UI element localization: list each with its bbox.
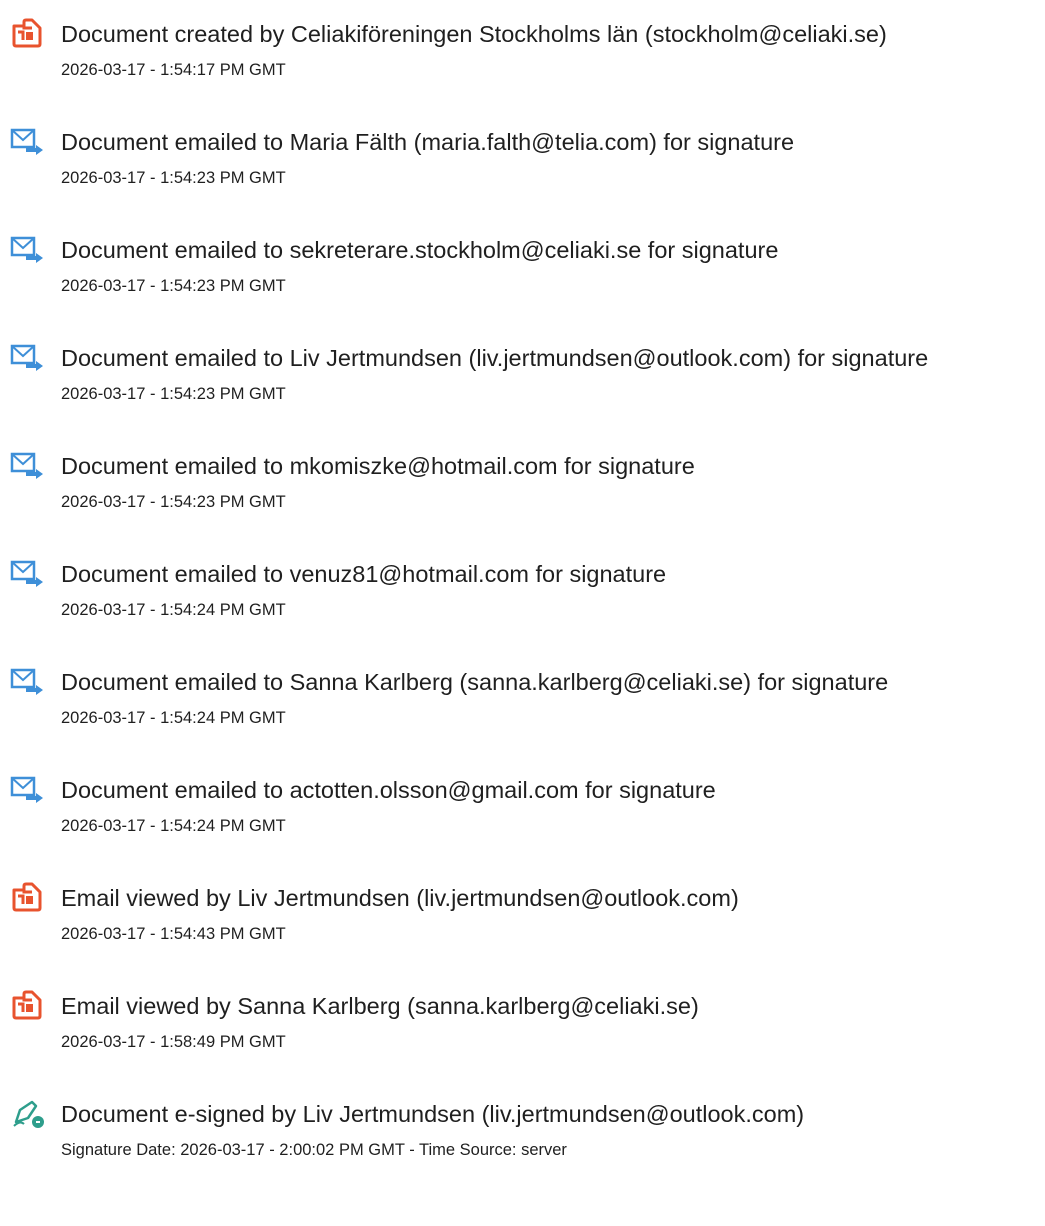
event-timestamp: 2026-03-17 - 1:54:23 PM GMT bbox=[61, 385, 286, 403]
event-timestamp: 2026-03-17 - 1:54:43 PM GMT bbox=[61, 925, 286, 943]
audit-log: Document created by Celiakiföreningen St… bbox=[0, 0, 1045, 1226]
event-title: Document emailed to sekreterare.stockhol… bbox=[61, 237, 779, 263]
email-viewed-icon bbox=[10, 882, 50, 914]
event-title: Document emailed to Sanna Karlberg (sann… bbox=[61, 669, 889, 695]
event-timestamp: 2026-03-17 - 1:54:24 PM GMT bbox=[61, 601, 286, 619]
audit-event: Document created by Celiakiföreningen St… bbox=[0, 18, 1045, 98]
document-created-icon bbox=[10, 18, 50, 50]
document-emailed-icon bbox=[10, 126, 50, 158]
document-emailed-icon bbox=[10, 774, 50, 806]
email-viewed-icon bbox=[10, 990, 50, 1022]
event-title: Document emailed to Maria Fälth (maria.f… bbox=[61, 129, 795, 155]
audit-event: Document emailed to Sanna Karlberg (sann… bbox=[0, 666, 1045, 746]
event-title: Document emailed to actotten.olsson@gmai… bbox=[61, 777, 716, 803]
event-timestamp: Signature Date: 2026-03-17 - 2:00:02 PM … bbox=[61, 1141, 567, 1159]
document-emailed-icon bbox=[10, 342, 50, 374]
audit-event: Email viewed by Sanna Karlberg (sanna.ka… bbox=[0, 990, 1045, 1070]
event-title: Email viewed by Liv Jertmundsen (liv.jer… bbox=[61, 885, 739, 911]
audit-event: Document emailed to mkomiszke@hotmail.co… bbox=[0, 450, 1045, 530]
e-signed-icon bbox=[10, 1098, 50, 1130]
document-emailed-icon bbox=[10, 666, 50, 698]
audit-event: Email viewed by Liv Jertmundsen (liv.jer… bbox=[0, 882, 1045, 962]
event-timestamp: 2026-03-17 - 1:54:23 PM GMT bbox=[61, 169, 286, 187]
event-timestamp: 2026-03-17 - 1:54:24 PM GMT bbox=[61, 709, 286, 727]
audit-event: Document emailed to Liv Jertmundsen (liv… bbox=[0, 342, 1045, 422]
audit-event: Document emailed to actotten.olsson@gmai… bbox=[0, 774, 1045, 854]
audit-event: Document e-signed by Liv Jertmundsen (li… bbox=[0, 1098, 1045, 1178]
event-timestamp: 2026-03-17 - 1:54:23 PM GMT bbox=[61, 277, 286, 295]
event-timestamp: 2026-03-17 - 1:58:49 PM GMT bbox=[61, 1033, 286, 1051]
audit-event: Document emailed to sekreterare.stockhol… bbox=[0, 234, 1045, 314]
document-emailed-icon bbox=[10, 450, 50, 482]
event-title: Document emailed to mkomiszke@hotmail.co… bbox=[61, 453, 695, 479]
event-title: Email viewed by Sanna Karlberg (sanna.ka… bbox=[61, 993, 699, 1019]
event-title: Document created by Celiakiföreningen St… bbox=[61, 21, 887, 47]
document-emailed-icon bbox=[10, 234, 50, 266]
event-timestamp: 2026-03-17 - 1:54:17 PM GMT bbox=[61, 61, 286, 79]
event-title: Document e-signed by Liv Jertmundsen (li… bbox=[61, 1101, 805, 1127]
event-title: Document emailed to venuz81@hotmail.com … bbox=[61, 561, 667, 587]
document-emailed-icon bbox=[10, 558, 50, 590]
event-timestamp: 2026-03-17 - 1:54:23 PM GMT bbox=[61, 493, 286, 511]
audit-event: Document emailed to Maria Fälth (maria.f… bbox=[0, 126, 1045, 206]
audit-event: Document emailed to venuz81@hotmail.com … bbox=[0, 558, 1045, 638]
event-title: Document emailed to Liv Jertmundsen (liv… bbox=[61, 345, 929, 371]
event-timestamp: 2026-03-17 - 1:54:24 PM GMT bbox=[61, 817, 286, 835]
